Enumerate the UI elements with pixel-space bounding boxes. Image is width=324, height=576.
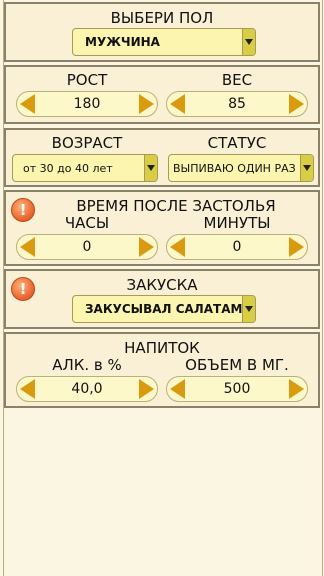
- volume-stepper[interactable]: 500: [166, 376, 308, 402]
- hours-value: 0: [82, 239, 92, 255]
- time-title: ВРЕМЯ ПОСЛЕ ЗАСТОЛЬЯ: [76, 197, 276, 215]
- status-label: СТАТУС: [207, 134, 267, 152]
- weight-label: ВЕС: [221, 71, 253, 89]
- height-stepper[interactable]: 180: [16, 91, 158, 117]
- decrease-hours-arrow-icon[interactable]: [20, 237, 35, 257]
- snack-select-value: ЗАКУСЫВАЛ САЛАТАМИ: [85, 302, 242, 316]
- increase-minutes-arrow-icon[interactable]: [289, 237, 304, 257]
- volume-label: ОБЪЕМ В МГ.: [185, 356, 289, 374]
- gender-select-value: МУЖЧИНА: [85, 35, 160, 49]
- age-select-value: от 30 до 40 лет: [23, 161, 113, 175]
- increase-height-arrow-icon[interactable]: [139, 94, 154, 114]
- drink-title: НАПИТОК: [124, 339, 200, 357]
- decrease-minutes-arrow-icon[interactable]: [170, 237, 185, 257]
- snack-panel: ! ЗАКУСКА ЗАКУСЫВАЛ САЛАТАМИ: [4, 269, 320, 329]
- hours-label: ЧАСЫ: [64, 214, 110, 232]
- chevron-down-icon: [242, 29, 255, 55]
- weight-stepper[interactable]: 85: [166, 91, 308, 117]
- chevron-down-icon: [144, 155, 157, 181]
- height-value: 180: [73, 96, 101, 112]
- volume-value: 500: [223, 381, 251, 397]
- snack-title: ЗАКУСКА: [126, 276, 198, 294]
- decrease-alc-arrow-icon[interactable]: [20, 379, 35, 399]
- gender-title: ВЫБЕРИ ПОЛ: [110, 9, 214, 27]
- increase-weight-arrow-icon[interactable]: [289, 94, 304, 114]
- chevron-down-icon: [242, 296, 255, 322]
- status-select[interactable]: ВЫПИВАЮ ОДИН РАЗ В: [168, 154, 314, 182]
- age-label: ВОЗРАСТ: [51, 134, 123, 152]
- weight-value: 85: [228, 96, 246, 112]
- snack-select[interactable]: ЗАКУСЫВАЛ САЛАТАМИ: [72, 295, 256, 323]
- chevron-down-icon: [300, 155, 313, 181]
- decrease-height-arrow-icon[interactable]: [20, 94, 35, 114]
- alc-label: АЛК. в %: [52, 356, 122, 374]
- minutes-value: 0: [232, 239, 242, 255]
- time-panel: ! ВРЕМЯ ПОСЛЕ ЗАСТОЛЬЯ ЧАСЫ МИНУТЫ 0 0: [4, 190, 320, 266]
- alc-stepper[interactable]: 40,0: [16, 376, 158, 402]
- gender-select[interactable]: МУЖЧИНА: [72, 28, 256, 56]
- increase-alc-arrow-icon[interactable]: [139, 379, 154, 399]
- increase-hours-arrow-icon[interactable]: [139, 237, 154, 257]
- increase-volume-arrow-icon[interactable]: [289, 379, 304, 399]
- age-status-panel: ВОЗРАСТ СТАТУС от 30 до 40 лет ВЫПИВАЮ О…: [4, 128, 320, 187]
- decrease-weight-arrow-icon[interactable]: [170, 94, 185, 114]
- alc-value: 40,0: [71, 381, 103, 397]
- height-label: РОСТ: [66, 71, 108, 89]
- body-panel: РОСТ ВЕС 180 85: [4, 65, 320, 124]
- decrease-volume-arrow-icon[interactable]: [170, 379, 185, 399]
- drink-panel: НАПИТОК АЛК. в % ОБЪЕМ В МГ. 40,0 500: [4, 332, 320, 408]
- age-select[interactable]: от 30 до 40 лет: [12, 154, 158, 182]
- hours-stepper[interactable]: 0: [16, 234, 158, 260]
- status-select-value: ВЫПИВАЮ ОДИН РАЗ В: [173, 161, 300, 175]
- minutes-label: МИНУТЫ: [203, 214, 271, 232]
- minutes-stepper[interactable]: 0: [166, 234, 308, 260]
- gender-panel: ВЫБЕРИ ПОЛ МУЖЧИНА: [4, 2, 320, 62]
